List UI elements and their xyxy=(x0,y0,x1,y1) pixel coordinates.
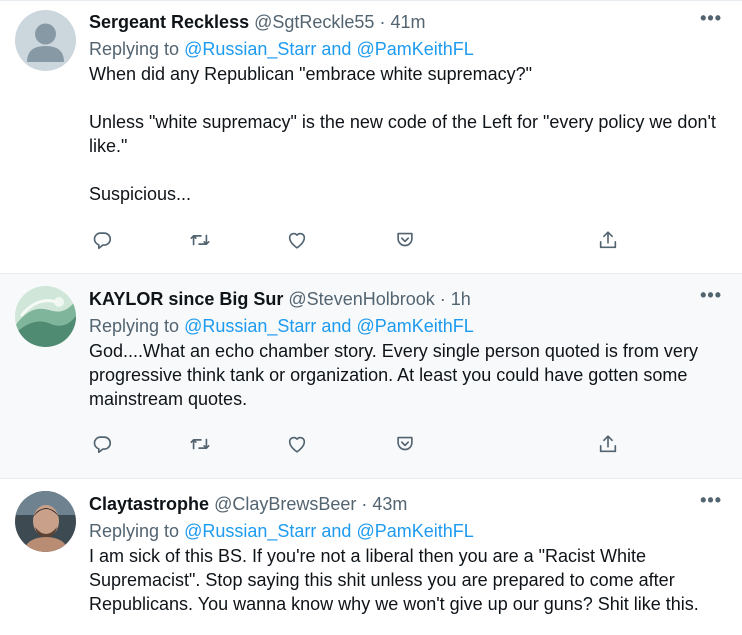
timestamp[interactable]: 43m xyxy=(372,494,407,514)
default-avatar-icon xyxy=(15,10,76,71)
tweet-paragraph: Unless "white supremacy" is the new code… xyxy=(89,112,716,156)
retweet-button[interactable] xyxy=(187,227,213,253)
more-options-icon[interactable]: ••• xyxy=(700,7,722,29)
avatar[interactable] xyxy=(15,286,76,347)
tweet-paragraph: God....What an echo chamber story. Every… xyxy=(89,341,698,409)
save-button[interactable] xyxy=(392,431,418,457)
tweet-actions xyxy=(89,227,629,253)
tweet-content: KAYLOR since Big Sur @StevenHolbrook · 1… xyxy=(89,285,724,411)
like-icon xyxy=(288,436,306,453)
replying-to-label: Replying to xyxy=(89,521,185,541)
display-name[interactable]: Claytastrophe xyxy=(89,494,209,514)
replying-to-label: Replying to xyxy=(89,316,185,336)
like-button[interactable] xyxy=(284,431,310,457)
tweet-actions xyxy=(89,431,629,457)
share-button[interactable] xyxy=(595,431,621,457)
timestamp[interactable]: 1h xyxy=(451,289,471,309)
mention-link[interactable]: @Russian_Starr xyxy=(184,316,316,336)
timestamp[interactable]: 41m xyxy=(390,12,425,32)
reply-icon xyxy=(93,232,112,250)
mention-link[interactable]: @Russian_Starr xyxy=(184,521,316,541)
avatar[interactable] xyxy=(15,10,76,71)
save-button[interactable] xyxy=(392,227,418,253)
replying-to: Replying to @Russian_Starr and @PamKeith… xyxy=(89,520,724,542)
replying-to: Replying to @Russian_Starr and @PamKeith… xyxy=(89,315,724,337)
replying-and: and xyxy=(316,521,357,541)
save-icon xyxy=(397,436,413,451)
replying-to: Replying to @Russian_Starr and @PamKeith… xyxy=(89,38,724,60)
tweet-text: God....What an echo chamber story. Every… xyxy=(89,339,724,411)
display-name[interactable]: Sergeant Reckless xyxy=(89,12,249,32)
share-icon xyxy=(599,231,617,249)
mention-link[interactable]: @PamKeithFL xyxy=(356,521,473,541)
reply-button[interactable] xyxy=(89,227,115,253)
replying-to-label: Replying to xyxy=(89,39,185,59)
reply-icon xyxy=(93,436,112,454)
separator-dot: · xyxy=(361,494,368,514)
tweet-reply[interactable]: KAYLOR since Big Sur @StevenHolbrook · 1… xyxy=(0,274,742,479)
tweet-paragraph: I am sick of this BS. If you're not a li… xyxy=(89,546,699,614)
avatar[interactable] xyxy=(15,491,76,552)
retweet-button[interactable] xyxy=(187,431,213,457)
tweet-content: Sergeant Reckless @SgtReckle55 · 41m •••… xyxy=(89,8,724,206)
replying-and: and xyxy=(316,39,357,59)
tweet-content: Claytastrophe @ClayBrewsBeer · 43m ••• R… xyxy=(89,490,724,616)
user-handle[interactable]: @ClayBrewsBeer xyxy=(214,494,356,514)
like-icon xyxy=(288,232,306,249)
retweet-icon xyxy=(190,234,210,246)
save-icon xyxy=(397,232,413,247)
more-options-icon[interactable]: ••• xyxy=(700,284,722,306)
share-icon xyxy=(599,435,617,453)
retweet-icon xyxy=(190,438,210,450)
tweet-paragraph: Suspicious... xyxy=(89,184,192,204)
tweet-header: Claytastrophe @ClayBrewsBeer · 43m ••• xyxy=(89,490,724,515)
tweet-header: Sergeant Reckless @SgtReckle55 · 41m ••• xyxy=(89,8,724,33)
more-options-icon[interactable]: ••• xyxy=(700,489,722,511)
reply-button[interactable] xyxy=(89,431,115,457)
tweet-text: I am sick of this BS. If you're not a li… xyxy=(89,544,724,616)
mention-link[interactable]: @PamKeithFL xyxy=(356,316,473,336)
user-handle[interactable]: @StevenHolbrook xyxy=(288,289,434,309)
separator-dot: · xyxy=(439,289,446,309)
like-button[interactable] xyxy=(284,227,310,253)
separator-dot: · xyxy=(379,12,386,32)
mention-link[interactable]: @Russian_Starr xyxy=(184,39,316,59)
tweet-paragraph: When did any Republican "embrace white s… xyxy=(89,64,533,84)
tweet-text: When did any Republican "embrace white s… xyxy=(89,62,724,206)
user-handle[interactable]: @SgtReckle55 xyxy=(254,12,374,32)
tweet-reply[interactable]: Claytastrophe @ClayBrewsBeer · 43m ••• R… xyxy=(0,479,742,635)
wave-avatar-icon xyxy=(15,286,76,347)
tweet-reply[interactable]: Sergeant Reckless @SgtReckle55 · 41m •••… xyxy=(0,1,742,274)
share-button[interactable] xyxy=(595,227,621,253)
person-avatar-icon xyxy=(15,491,76,552)
tweet-header: KAYLOR since Big Sur @StevenHolbrook · 1… xyxy=(89,285,724,310)
tweet-feed: Sergeant Reckless @SgtReckle55 · 41m •••… xyxy=(0,0,742,635)
display-name[interactable]: KAYLOR since Big Sur xyxy=(89,289,283,309)
mention-link[interactable]: @PamKeithFL xyxy=(356,39,473,59)
replying-and: and xyxy=(316,316,357,336)
